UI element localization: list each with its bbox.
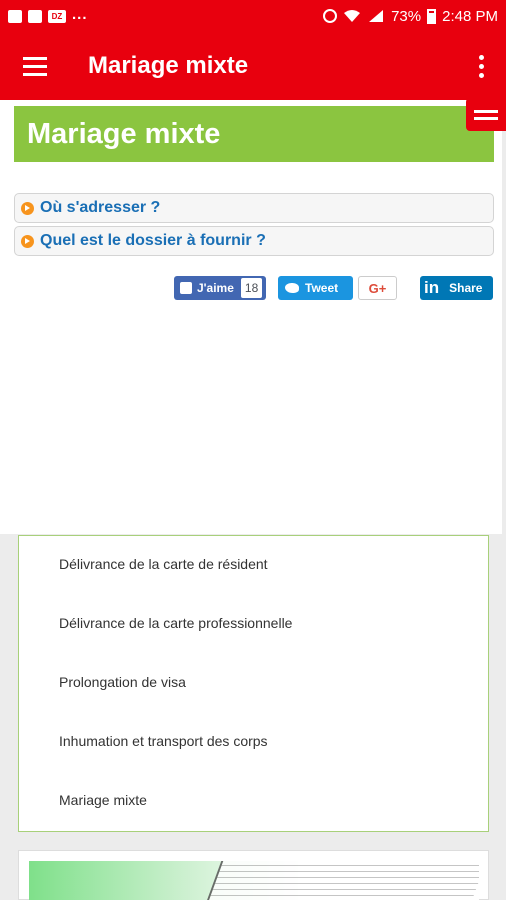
page-heading: Mariage mixte — [14, 106, 494, 162]
more-notifications: ... — [72, 5, 88, 23]
arrow-circle-icon — [21, 201, 34, 215]
accordion-label: Où s'adresser ? — [40, 199, 161, 216]
side-menu-tab[interactable] — [466, 98, 506, 131]
google-plus-label: G+ — [368, 280, 387, 296]
accordion-dossier[interactable]: Quel est le dossier à fournir ? — [14, 226, 494, 256]
alarm-icon — [323, 9, 338, 23]
facebook-like-button[interactable]: J'aime 18 — [174, 276, 266, 300]
arrow-circle-icon — [21, 234, 34, 248]
tweet-button[interactable]: Tweet — [278, 276, 353, 300]
status-bar: DZ ... 73% 2:48 PM — [0, 0, 506, 32]
app-bar: Mariage mixte — [0, 32, 506, 100]
battery-icon — [427, 8, 437, 24]
wifi-icon — [344, 10, 361, 22]
content-card: Mariage mixte Où s'adresser ? Quel est l… — [0, 100, 502, 534]
dz-app-icon: DZ — [48, 9, 66, 23]
status-bar-system: 73% 2:48 PM — [323, 8, 498, 25]
related-link[interactable]: Prolongation de visa — [59, 674, 186, 690]
document-sheet-graphic — [206, 861, 479, 900]
thumbs-up-icon — [180, 282, 192, 294]
signal-icon — [369, 10, 384, 22]
hamburger-menu-icon[interactable] — [0, 32, 70, 100]
accordion-ou-sadresser[interactable]: Où s'adresser ? — [14, 193, 494, 223]
google-plus-button[interactable]: G+ — [358, 276, 397, 300]
more-options-icon[interactable] — [456, 32, 506, 100]
status-bar-notifications: DZ ... — [8, 6, 88, 23]
image-icon — [8, 9, 22, 23]
related-link[interactable]: Inhumation et transport des corps — [59, 733, 268, 749]
battery-percent: 73% — [391, 7, 422, 25]
accordion-label: Quel est le dossier à fournir ? — [40, 232, 266, 249]
related-link[interactable]: Délivrance de la carte de résident — [59, 556, 268, 572]
related-links-list: Délivrance de la carte de résident Déliv… — [18, 535, 489, 832]
related-link[interactable]: Mariage mixte — [59, 792, 147, 808]
facebook-like-label: J'aime — [197, 281, 234, 295]
linkedin-share-button[interactable]: in Share — [420, 276, 493, 300]
twitter-bird-icon — [285, 283, 299, 293]
clock: 2:48 PM — [442, 7, 498, 25]
message-icon — [28, 9, 42, 23]
tweet-label: Tweet — [305, 281, 339, 295]
linkedin-icon: in — [424, 278, 440, 297]
related-link[interactable]: Délivrance de la carte professionnelle — [59, 615, 292, 631]
app-title: Mariage mixte — [88, 52, 249, 79]
document-image — [29, 861, 479, 900]
linkedin-share-label: Share — [449, 281, 483, 295]
facebook-like-count: 18 — [240, 278, 263, 298]
document-image-card[interactable] — [18, 850, 489, 900]
